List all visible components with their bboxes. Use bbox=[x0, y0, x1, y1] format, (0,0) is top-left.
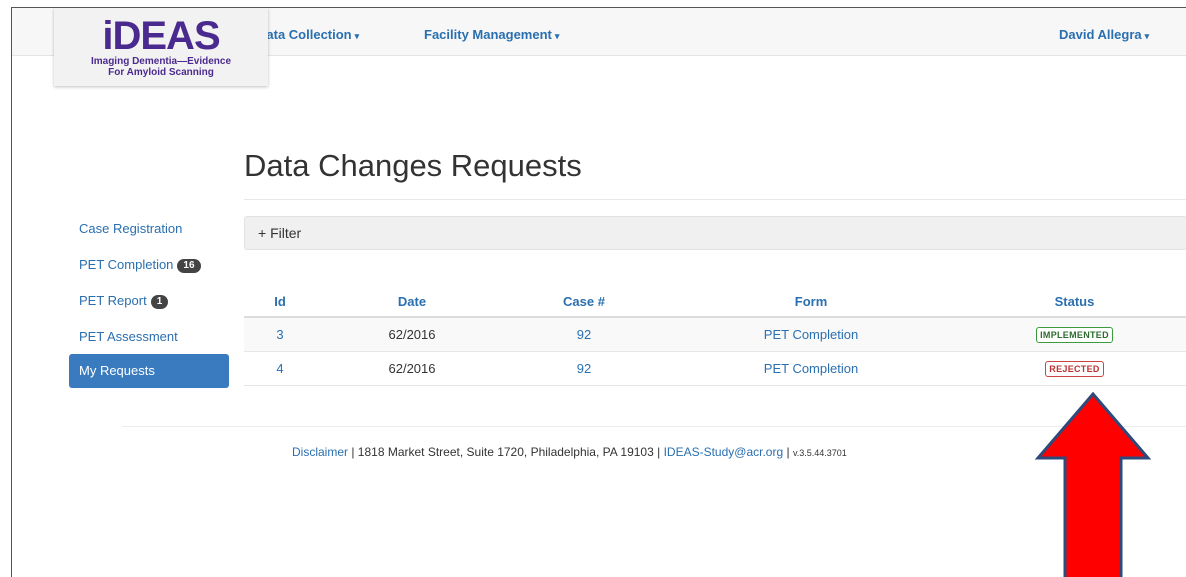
request-id-link[interactable]: 3 bbox=[244, 317, 316, 352]
sidebar-item-my-requests[interactable]: My Requests bbox=[69, 354, 229, 388]
filter-toggle[interactable]: + Filter bbox=[244, 216, 1186, 250]
column-header-form[interactable]: Form bbox=[660, 286, 962, 318]
column-header-id[interactable]: Id bbox=[244, 286, 316, 318]
column-header-status[interactable]: Status bbox=[962, 286, 1186, 318]
chevron-down-icon: ▾ bbox=[1144, 31, 1150, 41]
request-id-link[interactable]: 4 bbox=[244, 351, 316, 386]
red-arrow-up-icon bbox=[1034, 392, 1152, 577]
email-link[interactable]: IDEAS-Study@acr.org bbox=[664, 445, 784, 459]
table-header-row: Id Date Case # Form Status bbox=[244, 286, 1186, 318]
case-number-link[interactable]: 92 bbox=[508, 351, 660, 386]
column-header-date[interactable]: Date bbox=[316, 286, 508, 318]
sidebar-item-pet-report[interactable]: PET Report 1 bbox=[69, 284, 229, 318]
logo-tagline: Imaging Dementia—Evidence For Amyloid Sc… bbox=[90, 56, 232, 78]
status-cell: REJECTED bbox=[962, 351, 1186, 386]
nav-data-collection[interactable]: Data Collection ▾ bbox=[257, 27, 359, 42]
divider bbox=[244, 199, 1186, 200]
chevron-down-icon: ▾ bbox=[354, 31, 360, 41]
request-date: 62/2016 bbox=[316, 317, 508, 352]
sidebar-item-pet-completion[interactable]: PET Completion 16 bbox=[69, 248, 229, 282]
form-link[interactable]: PET Completion bbox=[660, 317, 962, 352]
disclaimer-link[interactable]: Disclaimer bbox=[292, 445, 348, 459]
footer-address: | 1818 Market Street, Suite 1720, Philad… bbox=[348, 445, 664, 459]
nav-facility-management[interactable]: Facility Management ▾ bbox=[424, 27, 559, 42]
logo[interactable]: iDEAS Imaging Dementia—Evidence For Amyl… bbox=[54, 8, 268, 86]
count-badge: 1 bbox=[150, 294, 169, 309]
divider bbox=[122, 426, 1186, 427]
requests-table: Id Date Case # Form Status 3 62/2016 92 … bbox=[244, 286, 1186, 386]
version-label: v.3.5.44.3701 bbox=[792, 448, 847, 458]
table-row: 3 62/2016 92 PET Completion IMPLEMENTED bbox=[244, 317, 1186, 352]
status-badge: IMPLEMENTED bbox=[1036, 327, 1113, 343]
case-number-link[interactable]: 92 bbox=[508, 317, 660, 352]
status-cell: IMPLEMENTED bbox=[962, 317, 1186, 352]
app-window: Data Collection ▾ Facility Management ▾ Da… bbox=[11, 7, 1186, 577]
user-menu[interactable]: David Allegra ▾ bbox=[1059, 27, 1149, 42]
count-badge: 16 bbox=[177, 258, 201, 273]
sidebar-item-case-registration[interactable]: Case Registration bbox=[69, 212, 229, 246]
logo-wordmark: iDEAS bbox=[102, 14, 220, 58]
chevron-down-icon: ▾ bbox=[554, 31, 560, 41]
column-header-case[interactable]: Case # bbox=[508, 286, 660, 318]
table-row: 4 62/2016 92 PET Completion REJECTED bbox=[244, 351, 1186, 386]
request-date: 62/2016 bbox=[316, 351, 508, 386]
page-title: Data Changes Requests bbox=[244, 148, 582, 183]
sidebar-item-pet-assessment[interactable]: PET Assessment bbox=[69, 320, 229, 354]
footer: Disclaimer | 1818 Market Street, Suite 1… bbox=[292, 445, 847, 459]
form-link[interactable]: PET Completion bbox=[660, 351, 962, 386]
status-badge: REJECTED bbox=[1045, 361, 1104, 377]
